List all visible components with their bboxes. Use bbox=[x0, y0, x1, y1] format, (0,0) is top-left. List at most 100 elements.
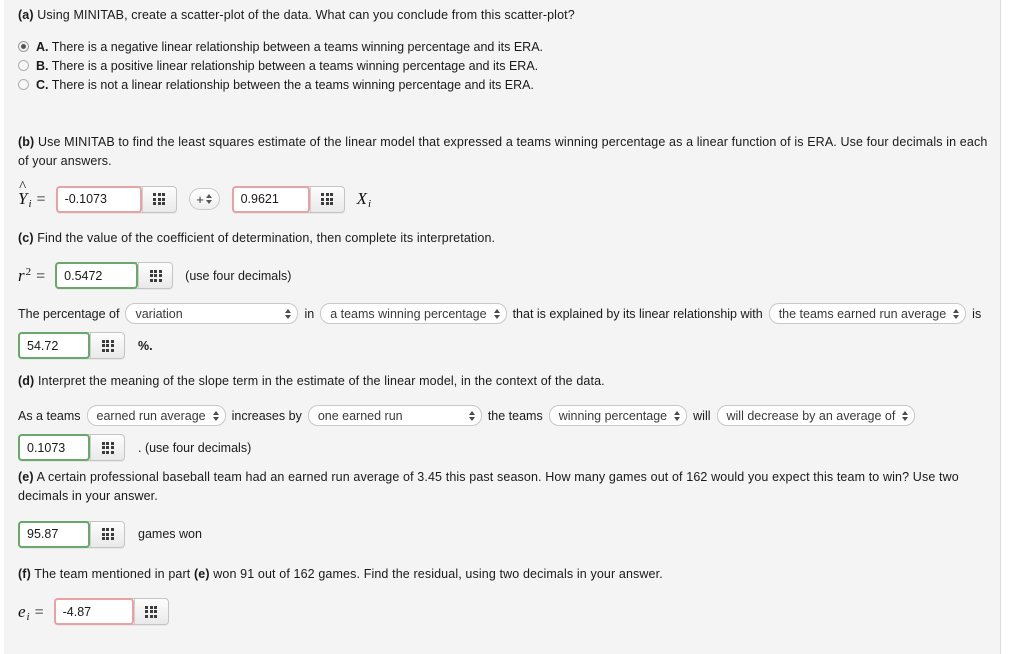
choice-option-c[interactable]: C. There is not a linear relationship be… bbox=[18, 75, 978, 94]
x-variable-label: Xi bbox=[357, 189, 371, 210]
part-c-prompt: (c) Find the value of the coefficient of… bbox=[18, 229, 998, 248]
up-down-arrows-icon bbox=[212, 410, 219, 421]
part-a-choice-list: A. There is a negative linear relationsh… bbox=[18, 37, 978, 94]
radio-button-c[interactable] bbox=[18, 79, 29, 91]
interpretation-text-2: in bbox=[304, 306, 315, 321]
part-d-value-row: 0.1073 . (use four decimals) bbox=[18, 434, 998, 462]
part-e-section: (e) A certain professional baseball team… bbox=[18, 468, 1003, 548]
part-f-value-row: e i = -4.87 bbox=[18, 598, 998, 626]
dropdown-decrease-average[interactable]: will decrease by an average of bbox=[716, 405, 916, 427]
intercept-grid-button[interactable] bbox=[141, 186, 176, 212]
dropdown-winning-percentage[interactable]: a teams winning percentage bbox=[320, 303, 507, 325]
d-slope-input[interactable]: 0.1073 bbox=[18, 434, 90, 462]
part-e-prompt: (e) A certain professional baseball team… bbox=[18, 468, 1003, 507]
page-root: (a) Using MINITAB, create a scatter-plot… bbox=[0, 0, 1024, 654]
choice-a-letter: A. bbox=[36, 39, 49, 54]
up-down-arrows-icon bbox=[674, 410, 681, 421]
yhat-label: ^ Y i = bbox=[18, 180, 46, 211]
slope-grid-button[interactable] bbox=[309, 186, 344, 212]
part-a-prompt: (a) Using MINITAB, create a scatter-plot… bbox=[18, 6, 978, 25]
up-down-arrows-icon bbox=[468, 410, 475, 421]
part-c-interpretation-row: The percentage of variation in a teams w… bbox=[18, 303, 998, 325]
part-d-label: (d) bbox=[18, 374, 35, 388]
dropdown-one-earned-run[interactable]: one earned run bbox=[307, 405, 482, 427]
part-c-r2-row: r 2 = 0.5472 (use four decimals) bbox=[18, 262, 998, 290]
intercept-input[interactable]: -0.1073 bbox=[55, 185, 142, 213]
slope-field-group[interactable]: 0.9621 bbox=[231, 185, 345, 213]
d-slope-field-group[interactable]: 0.1073 bbox=[18, 434, 125, 462]
d-slope-grid-button[interactable] bbox=[90, 435, 124, 461]
e-subscript: i bbox=[26, 610, 30, 623]
hat-accent-icon: ^ bbox=[19, 179, 27, 196]
r2-grid-button[interactable] bbox=[138, 263, 173, 289]
residual-grid-button[interactable] bbox=[133, 599, 168, 625]
part-f-prompt-ref: (e) bbox=[193, 567, 210, 581]
grid-dots-icon bbox=[101, 441, 114, 454]
games-won-field-group[interactable]: 95.87 bbox=[18, 520, 125, 548]
choice-option-b[interactable]: B. There is a positive linear relationsh… bbox=[18, 56, 978, 75]
radio-button-b[interactable] bbox=[18, 60, 29, 72]
up-down-arrows-icon bbox=[493, 308, 500, 319]
choice-c-letter: C. bbox=[36, 77, 49, 92]
part-c-prompt-text: Find the value of the coefficient of det… bbox=[37, 231, 496, 245]
r2-input[interactable]: 0.5472 bbox=[55, 262, 139, 290]
percent-grid-button[interactable] bbox=[90, 333, 124, 359]
interpretation-text-4: is bbox=[972, 306, 982, 321]
grid-dots-icon bbox=[101, 528, 114, 541]
dropdown-d-earned-run-average[interactable]: earned run average bbox=[86, 405, 226, 427]
part-e-prompt-text: A certain professional baseball team had… bbox=[18, 470, 959, 504]
slope-input[interactable]: 0.9621 bbox=[231, 185, 310, 213]
part-a-label: (a) bbox=[18, 8, 34, 22]
d-slope-hint-text: . (use four decimals) bbox=[138, 440, 252, 455]
residual-equals: = bbox=[34, 603, 44, 621]
up-down-arrows-icon bbox=[902, 410, 909, 421]
choice-b-letter: B. bbox=[36, 58, 49, 73]
residual-input[interactable]: -4.87 bbox=[53, 598, 134, 626]
r-exponent: 2 bbox=[25, 265, 32, 278]
games-won-grid-button[interactable] bbox=[90, 521, 124, 547]
percent-input[interactable]: 54.72 bbox=[18, 332, 90, 360]
part-d-interpretation-row: As a teams earned run average increases … bbox=[18, 405, 998, 427]
residual-label: e i = bbox=[18, 601, 44, 623]
part-b-equation-row: ^ Y i = -0.1073 + 0.9621 X i bbox=[18, 180, 998, 213]
operator-stepper[interactable]: + bbox=[188, 188, 220, 211]
part-f-prompt-pre: The team mentioned in part bbox=[34, 567, 191, 581]
r-squared-label: r 2 = bbox=[18, 266, 45, 286]
dropdown-earned-run-average-label: the teams earned run average bbox=[778, 306, 947, 321]
percent-suffix-text: %. bbox=[138, 338, 153, 353]
part-f-label: (f) bbox=[18, 567, 31, 581]
part-f-prompt-post: won 91 out of 162 games. Find the residu… bbox=[213, 567, 663, 581]
r2-hint-text: (use four decimals) bbox=[185, 268, 292, 283]
grid-dots-icon bbox=[145, 605, 158, 618]
games-won-input[interactable]: 95.87 bbox=[18, 520, 90, 548]
part-c-percent-row: 54.72 %. bbox=[18, 332, 998, 360]
r2-field-group[interactable]: 0.5472 bbox=[55, 262, 174, 290]
dropdown-one-earned-run-label: one earned run bbox=[317, 408, 403, 423]
choice-option-a[interactable]: A. There is a negative linear relationsh… bbox=[18, 37, 978, 56]
percent-field-group[interactable]: 54.72 bbox=[18, 332, 125, 360]
slope-text-3: the teams bbox=[487, 408, 543, 423]
dropdown-d-winning-percentage-label: winning percentage bbox=[558, 408, 668, 423]
part-b-label: (b) bbox=[18, 135, 35, 149]
choice-c-label: C. There is not a linear relationship be… bbox=[36, 78, 534, 92]
yhat-symbol: ^ Y bbox=[18, 180, 27, 209]
part-b-prompt-text: Use MINITAB to find the least squares es… bbox=[18, 135, 988, 169]
residual-field-group[interactable]: -4.87 bbox=[53, 598, 169, 626]
intercept-field-group[interactable]: -0.1073 bbox=[55, 185, 177, 213]
r2-equals: = bbox=[36, 267, 46, 285]
slope-text-1: As a teams bbox=[18, 408, 81, 423]
operator-sign: + bbox=[196, 191, 204, 207]
dropdown-variation[interactable]: variation bbox=[125, 303, 299, 325]
radio-button-a[interactable] bbox=[18, 41, 29, 53]
grid-dots-icon bbox=[321, 193, 334, 206]
part-b-section: (b) Use MINITAB to find the least square… bbox=[18, 133, 998, 213]
choice-a-label: A. There is a negative linear relationsh… bbox=[36, 40, 543, 54]
dropdown-earned-run-average[interactable]: the teams earned run average bbox=[768, 303, 967, 325]
dropdown-d-winning-percentage[interactable]: winning percentage bbox=[548, 405, 688, 427]
interpretation-text-1: The percentage of bbox=[18, 306, 120, 321]
choice-c-text: There is not a linear relationship betwe… bbox=[51, 77, 534, 92]
grid-dots-icon bbox=[101, 339, 114, 352]
up-down-arrows-icon bbox=[205, 194, 212, 205]
e-letter: e bbox=[18, 601, 26, 621]
part-f-section: (f) The team mentioned in part (e) won 9… bbox=[18, 565, 998, 626]
